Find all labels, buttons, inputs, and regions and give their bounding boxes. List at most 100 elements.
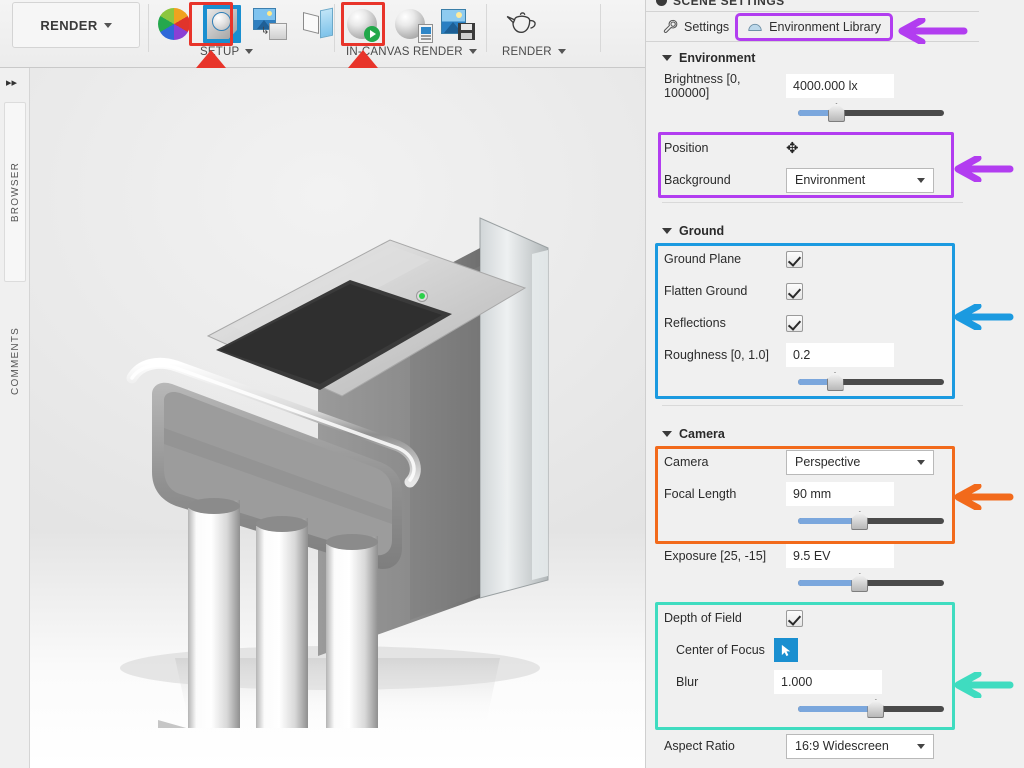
in-canvas-render-settings-button[interactable] xyxy=(388,2,433,46)
expand-panel-icon[interactable]: ▸▸ xyxy=(6,76,17,89)
toolbar-divider xyxy=(486,4,487,52)
toolbar-group-in-canvas-render: IN-CANVAS RENDER xyxy=(340,0,480,58)
center-of-focus-row: Center of Focus xyxy=(646,634,979,666)
roughness-input[interactable]: 0.2 xyxy=(786,343,894,367)
roughness-label: Roughness [0, 1.0] xyxy=(664,348,769,362)
cursor-pick-icon xyxy=(781,644,790,656)
panel-title-bar: SCENE SETTINGS xyxy=(646,0,979,12)
background-select[interactable]: Environment xyxy=(786,167,934,193)
reflections-checkbox[interactable] xyxy=(786,314,803,332)
left-rail: ▸▸ BROWSER COMMENTS xyxy=(0,68,30,768)
blur-slider[interactable] xyxy=(798,699,944,718)
depth-of-field-checkbox[interactable] xyxy=(786,609,803,627)
blur-input[interactable]: 1.000 xyxy=(774,670,882,694)
flatten-ground-checkbox[interactable] xyxy=(786,282,803,300)
backplate-icon xyxy=(301,7,335,39)
toolbar-group-render-caption[interactable]: RENDER xyxy=(502,46,566,58)
section-divider xyxy=(662,405,963,406)
background-row: Background Environment xyxy=(646,164,979,196)
center-of-focus-pick-button[interactable] xyxy=(774,638,798,662)
chevron-down-icon xyxy=(662,55,672,61)
brightness-slider-handle[interactable] xyxy=(827,103,845,122)
toolbar-group-in-canvas-caption[interactable]: IN-CANVAS RENDER xyxy=(346,46,477,58)
render-workspace-menu[interactable]: RENDER xyxy=(12,2,140,48)
render-toolbar: RENDER ↳ SETUP IN-CANVAS RENDER RENDER xyxy=(0,0,645,68)
aspect-ratio-row: Aspect Ratio 16:9 Widescreen xyxy=(646,730,979,762)
focal-length-row: Focal Length 90 mm xyxy=(646,478,979,510)
blur-row: Blur 1.000 xyxy=(646,666,979,698)
tab-settings-label: Settings xyxy=(684,19,730,34)
roughness-slider-handle[interactable] xyxy=(826,372,844,391)
ground-section-header[interactable]: Ground xyxy=(646,218,979,243)
aspect-ratio-value: 16:9 Widescreen xyxy=(795,739,889,753)
brightness-slider[interactable] xyxy=(798,103,944,122)
exposure-input[interactable]: 9.5 EV xyxy=(786,544,894,568)
tab-environment-library[interactable]: Environment Library xyxy=(735,12,894,41)
decal-button[interactable]: ↳ xyxy=(248,2,292,46)
toolbar-divider xyxy=(148,4,149,52)
toolbar-group-setup-caption[interactable]: SETUP xyxy=(200,46,254,58)
environment-section-header[interactable]: Environment xyxy=(646,45,979,70)
decal-image-icon: ↳ xyxy=(253,8,287,40)
roughness-value: 0.2 xyxy=(793,348,811,362)
ground-section-label: Ground xyxy=(679,224,725,238)
fusion360-render-workspace: RENDER ↳ SETUP IN-CANVAS RENDER RENDER ▸… xyxy=(0,0,1024,768)
move-4way-icon[interactable]: ✥ xyxy=(786,139,799,157)
brightness-slider-row xyxy=(646,102,979,124)
comments-tab[interactable]: COMMENTS xyxy=(4,286,26,436)
capture-image-button[interactable] xyxy=(436,2,480,46)
focal-length-input[interactable]: 90 mm xyxy=(786,482,894,506)
brightness-row: Brightness [0, 100000] 4000.000 lx xyxy=(646,70,979,102)
reflections-row: Reflections xyxy=(646,307,979,339)
brightness-value: 4000.000 lx xyxy=(793,79,858,93)
blur-label: Blur xyxy=(676,675,699,689)
ground-section: Ground Ground Plane Flatten Ground Refle… xyxy=(646,218,979,408)
environment-section: Environment Brightness [0, 100000] 4000.… xyxy=(646,45,979,205)
aspect-ratio-select[interactable]: 16:9 Widescreen xyxy=(786,733,934,759)
environment-dome-icon xyxy=(748,23,762,31)
roughness-slider-row xyxy=(646,371,979,393)
exposure-row: Exposure [25, -15] 9.5 EV xyxy=(646,540,979,572)
browser-tab-label: BROWSER xyxy=(9,161,21,223)
camera-select[interactable]: Perspective xyxy=(786,449,934,475)
camera-section: Camera Camera Perspective Focal Length 9… xyxy=(646,421,979,762)
tab-settings[interactable]: Settings xyxy=(654,15,738,38)
panel-tabs: Settings Environment Library xyxy=(646,12,979,42)
position-label: Position xyxy=(664,141,709,155)
toolbar-divider xyxy=(334,4,335,52)
camera-row: Camera Perspective xyxy=(646,446,979,478)
comments-tab-label: COMMENTS xyxy=(9,327,21,395)
in-canvas-render-button[interactable] xyxy=(340,2,384,46)
background-label: Background xyxy=(664,173,731,187)
3d-viewport[interactable] xyxy=(30,68,645,768)
scene-settings-button[interactable] xyxy=(200,2,244,46)
exposure-value: 9.5 EV xyxy=(793,549,831,563)
exposure-slider-row xyxy=(646,572,979,594)
render-button[interactable] xyxy=(496,2,550,46)
appearance-button[interactable] xyxy=(152,2,196,46)
focal-length-slider-handle[interactable] xyxy=(851,511,869,530)
ground-plane-checkbox[interactable] xyxy=(786,250,803,268)
toolbar-group-setup: ↳ SETUP xyxy=(152,0,340,58)
wrench-icon xyxy=(663,19,678,34)
aspect-ratio-label: Aspect Ratio xyxy=(664,739,735,753)
depth-of-field-label: Depth of Field xyxy=(664,611,742,625)
browser-tab[interactable]: BROWSER xyxy=(4,102,26,282)
exposure-slider-handle[interactable] xyxy=(851,573,869,592)
blur-slider-handle[interactable] xyxy=(867,699,885,718)
brightness-input[interactable]: 4000.000 lx xyxy=(786,74,894,98)
ground-plane-label: Ground Plane xyxy=(664,252,742,266)
focal-length-slider[interactable] xyxy=(798,511,944,530)
focal-length-value: 90 mm xyxy=(793,487,832,501)
exposure-slider[interactable] xyxy=(798,573,944,592)
render-workspace-menu-label: RENDER xyxy=(40,17,98,33)
camera-section-header[interactable]: Camera xyxy=(646,421,979,446)
roughness-row: Roughness [0, 1.0] 0.2 xyxy=(646,339,979,371)
exposure-label: Exposure [25, -15] xyxy=(664,549,767,563)
blur-slider-row xyxy=(646,698,979,720)
roughness-slider[interactable] xyxy=(798,372,944,391)
render-sphere-settings-icon xyxy=(395,9,433,43)
position-row: Position ✥ xyxy=(646,132,979,164)
caret-down-icon xyxy=(103,22,112,28)
focal-length-label: Focal Length xyxy=(664,487,737,501)
